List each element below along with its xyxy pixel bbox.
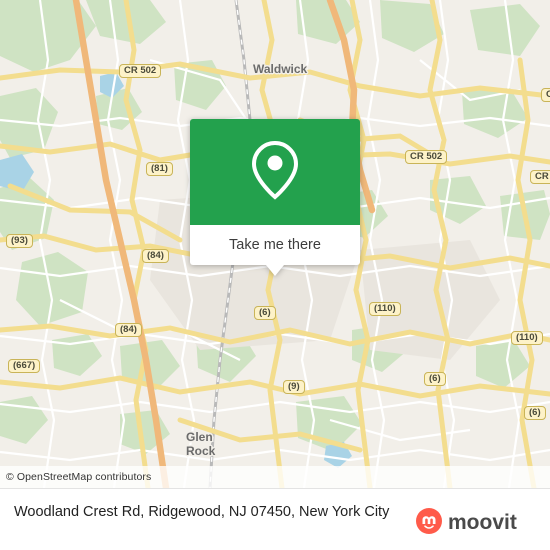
road-shield: (6) [424,372,446,386]
road-shield: (6) [254,306,276,320]
road-shield: (6) [524,406,546,420]
road-shield: (93) [6,234,33,248]
road-shield: (667) [8,359,41,373]
place-label-rock: Rock [186,444,216,458]
road-shield: (84) [115,323,142,337]
location-popup[interactable]: Take me there [190,119,360,276]
moovit-wordmark: moovit [448,510,540,534]
moovit-brand[interactable]: moovit [415,507,540,535]
popup-pin-panel [190,119,360,225]
map-attribution[interactable]: © OpenStreetMap contributors [0,466,550,488]
road-shield: (110) [369,302,401,316]
place-label-waldwick: Waldwick [253,62,308,76]
address-label: Woodland Crest Rd, Ridgewood, NJ 07450, … [14,504,390,520]
popup-tail [266,265,284,276]
road-shield: (110) [511,331,543,345]
road-shield: CR [530,170,550,184]
take-me-there-button[interactable]: Take me there [229,237,321,253]
road-shield: (9) [283,380,305,394]
road-shield: C [541,88,550,102]
road-shield: (81) [146,162,173,176]
road-shield: CR 502 [119,64,162,78]
footer-bar: Woodland Crest Rd, Ridgewood, NJ 07450, … [0,488,550,550]
map-canvas[interactable]: Waldwick Glen Rock CR 502 CR 502 CR C (8… [0,0,550,488]
moovit-logo-icon [415,507,443,535]
road-shield: (84) [142,249,169,263]
place-label-glen: Glen [186,430,213,444]
road-shield: CR 502 [405,150,448,164]
svg-text:moovit: moovit [448,511,517,534]
popup-action-bar[interactable]: Take me there [190,225,360,276]
map-pin-icon [249,140,301,205]
map-screenshot: Waldwick Glen Rock CR 502 CR 502 CR C (8… [0,0,550,550]
